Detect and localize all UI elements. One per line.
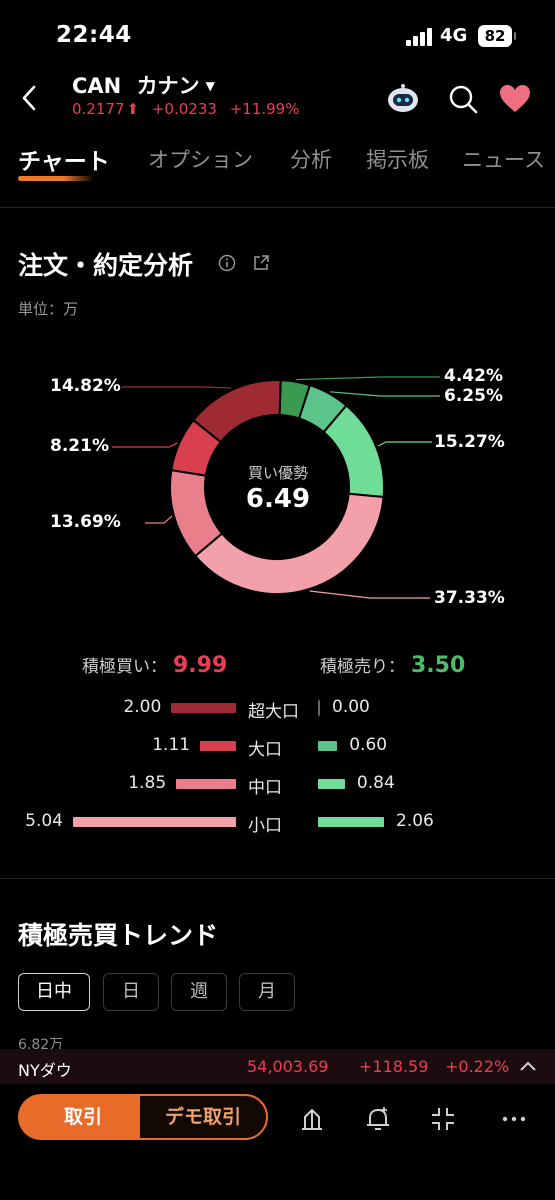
leader-line <box>309 590 430 599</box>
tab-board[interactable]: 掲示板 <box>366 144 429 174</box>
row-sell-bar <box>318 817 384 827</box>
pct-sell-medium: 15.27% <box>434 432 505 452</box>
tab-chart[interactable]: チャート <box>18 142 110 176</box>
search-icon[interactable] <box>446 82 480 116</box>
stock-name: カナン <box>136 74 200 98</box>
trade-button[interactable]: 取引 <box>18 1094 148 1140</box>
divider <box>0 207 555 208</box>
donut-center-label: 買い優勢 <box>247 464 308 482</box>
bottom-toolbar: 取引 デモ取引 <box>0 1085 555 1200</box>
stock-price: 0.2177 <box>72 100 125 118</box>
row-buy-bar <box>73 817 236 827</box>
tab-news[interactable]: ニュース <box>462 144 545 174</box>
leader-line <box>295 376 440 381</box>
leader-line <box>145 515 173 524</box>
row-sell-value: 0.00 <box>332 697 370 717</box>
row-buy-value: 1.85 <box>128 773 167 793</box>
info-icon[interactable] <box>218 254 236 272</box>
trend-title: 積極売買トレンド <box>18 921 219 950</box>
chevron-up-icon[interactable] <box>518 1057 538 1075</box>
pct-buy-small: 37.33% <box>434 588 505 608</box>
trend-tab-intraday[interactable]: 日中 <box>18 973 90 1011</box>
pct-buy-medium: 13.69% <box>50 512 121 532</box>
leader-line <box>122 386 232 389</box>
row-buy-bar <box>200 741 236 751</box>
ticker-symbol: CAN <box>72 74 122 98</box>
network-type: 4G <box>440 25 468 46</box>
row-buy-bar <box>171 703 236 713</box>
row-sell-value: 0.60 <box>349 735 388 755</box>
index-value: 54,003.69 <box>247 1057 329 1076</box>
total-sell-value: 3.50 <box>411 653 466 678</box>
trend-tab-month[interactable]: 月 <box>239 973 295 1011</box>
row-buy-value: 1.11 <box>152 735 191 755</box>
main-tabs: チャート オプション 分析 掲示板 ニュース <box>0 140 555 188</box>
battery-icon: 82 <box>478 25 516 47</box>
price-change-pct: +11.99% <box>229 100 300 118</box>
analysis-title: 注文・約定分析 <box>18 251 194 280</box>
total-buy-label: 積極買い： <box>82 657 167 677</box>
arrow-up-icon: ⬆ <box>126 100 140 118</box>
collapse-icon[interactable] <box>429 1105 457 1133</box>
chart-compare-icon[interactable] <box>298 1105 326 1133</box>
leader-line <box>330 391 440 397</box>
chevron-down-icon: ▼ <box>205 79 215 93</box>
leader-line <box>377 441 432 447</box>
favorite-heart-icon[interactable] <box>498 82 532 116</box>
total-sell: 積極売り： 3.50 <box>320 652 465 678</box>
active-tab-indicator <box>18 176 94 181</box>
status-bar: 22:44 4G 82 <box>0 0 555 68</box>
row-size-label: 超大口 <box>248 702 299 722</box>
unit-label: 単位：万 <box>18 300 79 318</box>
row-sell-value: 0.84 <box>356 773 395 793</box>
index-ticker-bar[interactable]: NYダウ 54,003.69 +118.59 +0.22% <box>0 1049 555 1084</box>
tab-options[interactable]: オプション <box>148 144 253 174</box>
row-size-label: 大口 <box>248 740 282 760</box>
divider <box>0 878 555 879</box>
tab-analysis[interactable]: 分析 <box>290 144 332 174</box>
row-size-label: 中口 <box>248 778 282 798</box>
row-sell-bar <box>318 741 338 751</box>
row-size-label: 小口 <box>248 816 282 836</box>
trend-tab-day[interactable]: 日 <box>103 973 159 1011</box>
total-buy: 積極買い： 9.99 <box>82 652 227 678</box>
price-change: +0.0233 <box>151 100 217 118</box>
pct-sell-super: 4.42% <box>444 366 503 386</box>
row-sell-bar <box>318 700 320 716</box>
robot-assistant-icon[interactable] <box>386 82 420 116</box>
leader-line <box>112 442 178 448</box>
donut-center-value: 6.49 <box>245 484 311 514</box>
row-sell-value: 2.06 <box>396 811 434 831</box>
stock-header: CAN カナン ▼ 0.2177 ⬆ +0.0233 +11.99% <box>0 68 555 130</box>
total-sell-label: 積極売り： <box>320 657 405 677</box>
row-buy-value: 5.04 <box>25 811 63 831</box>
stock-selector[interactable]: CAN カナン ▼ <box>72 70 215 100</box>
index-name: NYダウ <box>18 1061 72 1080</box>
row-buy-value: 2.00 <box>123 697 162 717</box>
index-change-pct: +0.22% <box>445 1057 510 1076</box>
row-buy-bar <box>176 779 236 789</box>
alert-bell-icon[interactable] <box>364 1105 392 1133</box>
total-buy-value: 9.99 <box>173 653 228 678</box>
status-time: 22:44 <box>56 22 132 48</box>
pct-buy-large: 8.21% <box>50 436 109 456</box>
pct-sell-large: 6.25% <box>444 386 503 406</box>
stock-quote: 0.2177 ⬆ +0.0233 +11.99% <box>72 100 307 118</box>
trend-tab-week[interactable]: 週 <box>171 973 227 1011</box>
row-sell-bar <box>318 779 345 789</box>
back-icon[interactable] <box>16 82 44 114</box>
pct-buy-super: 14.82% <box>50 376 121 396</box>
signal-icon <box>406 28 434 46</box>
index-change: +118.59 <box>359 1057 429 1076</box>
more-icon[interactable] <box>500 1105 528 1133</box>
demo-trade-button[interactable]: デモ取引 <box>138 1094 268 1140</box>
share-icon[interactable] <box>252 254 270 272</box>
